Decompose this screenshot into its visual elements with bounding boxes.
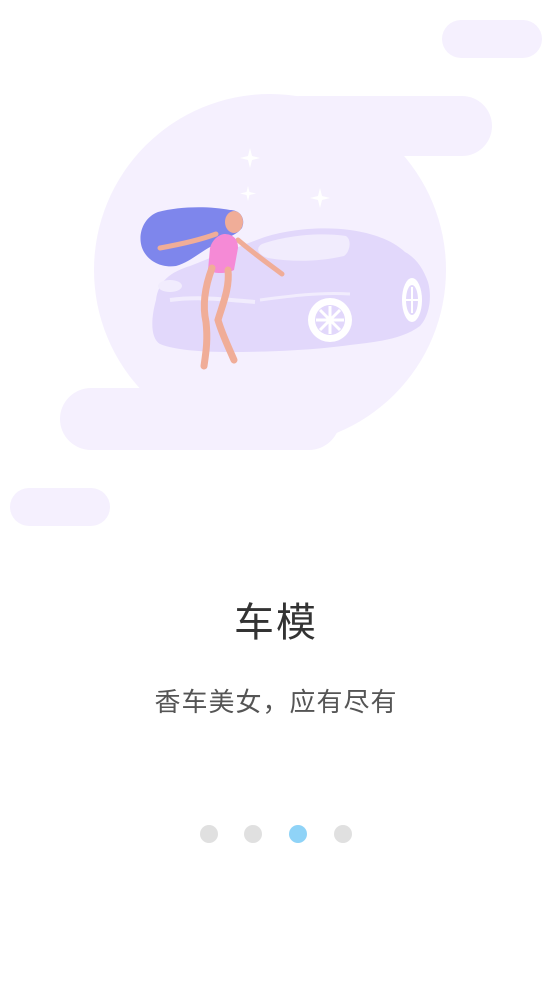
page-dot-4[interactable] [334, 825, 352, 843]
page-dot-3-active[interactable] [289, 825, 307, 843]
page-dot-2[interactable] [244, 825, 262, 843]
car-model-illustration [10, 20, 542, 526]
page-subtitle: 香车美女，应有尽有 [154, 688, 398, 718]
page-title: 车模 [234, 600, 318, 646]
page-indicator [198, 825, 358, 845]
page-dot-1[interactable] [200, 825, 218, 843]
